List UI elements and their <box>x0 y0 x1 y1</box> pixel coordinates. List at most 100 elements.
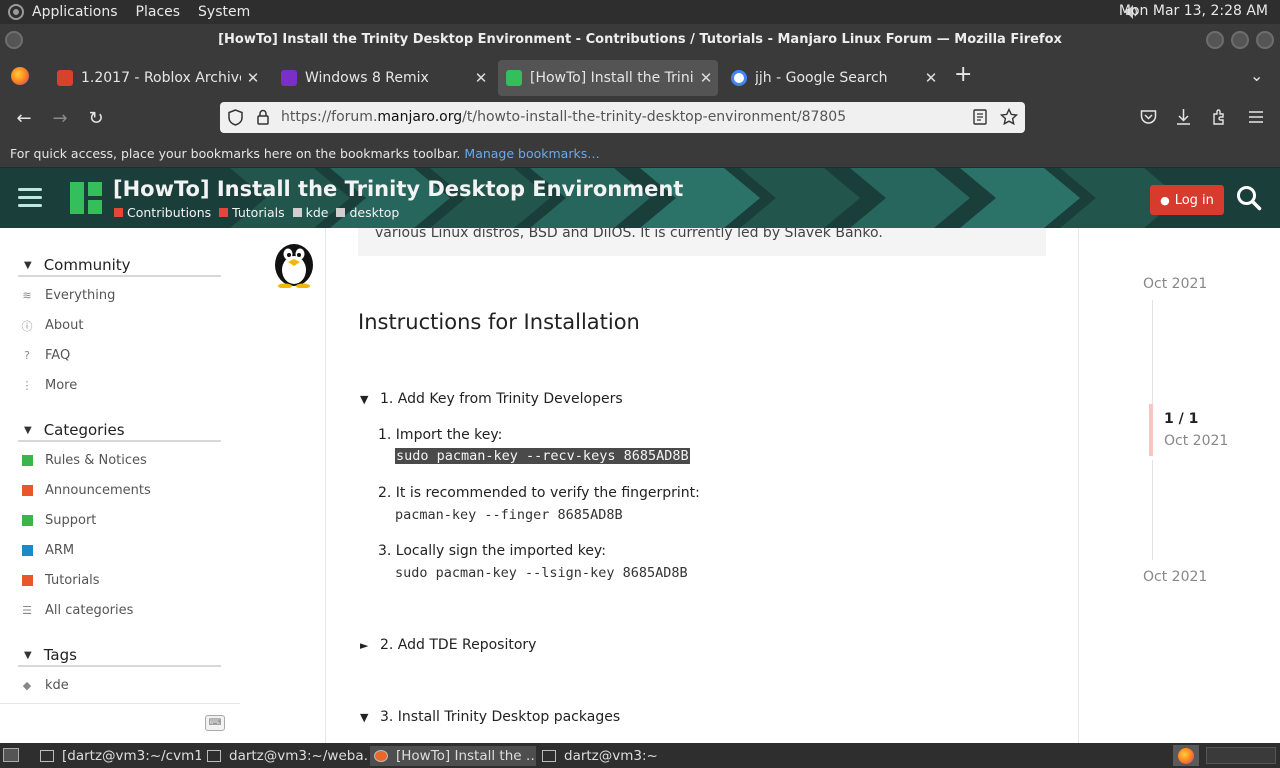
tab-roblox-archive[interactable]: 1.2017 - Roblox Archive > Cli ✕ <box>49 60 265 96</box>
terminal-icon <box>40 750 54 762</box>
minimize-button[interactable] <box>1206 31 1224 49</box>
reload-icon[interactable]: ↻ <box>83 106 109 132</box>
details-summary-2[interactable]: ► 2. Add TDE Repository <box>360 637 536 653</box>
extensions-icon[interactable] <box>1211 108 1229 126</box>
url-bar[interactable]: https://forum.manjaro.org/t/howto-instal… <box>220 102 1025 133</box>
lock-icon[interactable] <box>257 109 269 125</box>
new-tab-plus-icon[interactable]: + <box>954 62 972 87</box>
tab-favicon-icon <box>281 70 297 86</box>
url-text[interactable]: https://forum.manjaro.org/t/howto-instal… <box>281 109 846 125</box>
details-summary-3[interactable]: ▼ 3. Install Trinity Desktop packages <box>360 709 620 725</box>
shield-icon[interactable] <box>228 109 243 126</box>
sidebar-section-tags[interactable]: ▼ Tags <box>18 645 221 667</box>
triangle-down-icon: ▼ <box>360 393 369 406</box>
timeline-track <box>1152 460 1153 560</box>
bookmarks-hint: For quick access, place your bookmarks h… <box>10 146 461 161</box>
timeline-scroller-handle[interactable] <box>1149 404 1153 456</box>
taskbar-item-terminal[interactable]: dartz@vm3:~/weba… <box>203 746 368 766</box>
sidebar-item-about[interactable]: ⓘ About <box>22 318 84 333</box>
menu-applications[interactable]: Applications <box>32 4 118 20</box>
sidebar-item-tutorials[interactable]: Tutorials <box>22 573 100 588</box>
taskbar-item-firefox[interactable]: [HowTo] Install the … <box>370 746 536 766</box>
close-tab-icon[interactable]: ✕ <box>694 69 718 87</box>
triangle-down-icon: ▼ <box>360 711 369 724</box>
close-tab-icon[interactable]: ✕ <box>469 69 493 87</box>
sidebar-item-tag-kde[interactable]: ◆ kde <box>22 678 69 693</box>
keyboard-shortcuts-icon[interactable]: ⌨ <box>205 715 225 731</box>
back-arrow-icon[interactable]: ← <box>11 106 37 132</box>
sidebar-item-label: All categories <box>45 603 134 618</box>
sidebar-item-rules-notices[interactable]: Rules & Notices <box>22 453 147 468</box>
menu-system[interactable]: System <box>198 4 250 20</box>
details-title: 2. Add TDE Repository <box>380 637 537 653</box>
topic-categories: Contributions Tutorials kde desktop <box>114 205 399 220</box>
downloads-icon[interactable] <box>1175 108 1192 126</box>
firefox-view-icon[interactable] <box>11 67 29 85</box>
chevron-down-icon: ▼ <box>24 259 32 271</box>
tab-google-search[interactable]: jjh - Google Search ✕ <box>723 60 943 96</box>
forward-arrow-icon[interactable]: → <box>47 106 73 132</box>
sidebar-item-faq[interactable]: ? FAQ <box>22 348 70 363</box>
window-menu-button[interactable] <box>5 31 23 49</box>
code-snippet[interactable]: pacman-key --finger 8685AD8B <box>395 507 623 523</box>
sidebar-item-label: ARM <box>45 543 75 558</box>
login-button[interactable]: ● Log in <box>1150 185 1224 215</box>
search-icon[interactable] <box>1236 185 1262 211</box>
maximize-button[interactable] <box>1231 31 1249 49</box>
pocket-icon[interactable] <box>1140 109 1157 125</box>
sidebar-item-more[interactable]: ⋮ More <box>22 378 78 393</box>
sidebar-toggle-icon[interactable] <box>18 188 42 208</box>
manjaro-logo-icon[interactable] <box>70 182 102 214</box>
code-snippet[interactable]: sudo pacman-key --lsign-key 8685AD8B <box>395 565 688 581</box>
category-color-swatch <box>22 515 33 526</box>
chevron-down-icon: ▼ <box>24 424 32 436</box>
sidebar: ▼ Community ≋ Everything ⓘ About ? FAQ ⋮ Mor… <box>0 228 240 703</box>
sidebar-item-support[interactable]: Support <box>22 513 96 528</box>
menu-places[interactable]: Places <box>136 4 181 20</box>
quote-block: various Linux distros, BSD and DilOS. It… <box>358 228 1046 256</box>
timeline-start-date[interactable]: Oct 2021 <box>1143 276 1207 292</box>
bookmark-star-icon[interactable] <box>1000 108 1018 126</box>
close-tab-icon[interactable]: ✕ <box>919 69 943 87</box>
taskbar-item-terminal[interactable]: dartz@vm3:~ <box>538 746 703 766</box>
category-color-swatch <box>22 485 33 496</box>
avatar[interactable] <box>271 238 317 288</box>
system-logo-icon[interactable] <box>8 4 24 20</box>
sidebar-section-community[interactable]: ▼ Community <box>18 255 221 277</box>
sidebar-item-everything[interactable]: ≋ Everything <box>22 288 115 303</box>
category-tutorials[interactable]: Tutorials <box>219 205 285 220</box>
tag-desktop[interactable]: desktop <box>336 205 399 220</box>
taskbar-item-terminal[interactable]: [dartz@vm3:~/cvm12] <box>36 746 201 766</box>
google-icon <box>731 70 747 86</box>
section-heading: Categories <box>43 421 125 439</box>
details-summary-1[interactable]: ▼ 1. Add Key from Trinity Developers <box>360 391 623 407</box>
reader-view-icon[interactable] <box>973 109 987 125</box>
timeline-end-date[interactable]: Oct 2021 <box>1143 569 1207 585</box>
sidebar-section-categories[interactable]: ▼ Categories <box>18 420 221 442</box>
timeline-track <box>1152 300 1153 410</box>
details-title: 3. Install Trinity Desktop packages <box>380 709 621 725</box>
tag-kde[interactable]: kde <box>292 205 328 220</box>
close-tab-icon[interactable]: ✕ <box>241 69 265 87</box>
post-body: various Linux distros, BSD and DilOS. It… <box>325 228 1079 743</box>
show-desktop-icon[interactable] <box>3 748 19 762</box>
sidebar-item-all-categories[interactable]: ☰ All categories <box>22 603 133 618</box>
triangle-right-icon: ► <box>360 639 369 652</box>
hamburger-menu-icon[interactable] <box>1248 110 1264 124</box>
code-snippet[interactable]: sudo pacman-key --recv-keys 8685AD8B <box>395 448 690 464</box>
tab-trinity-howto[interactable]: [HowTo] Install the Trinity D ✕ <box>498 60 718 96</box>
close-window-button[interactable] <box>1256 31 1274 49</box>
workspace-switcher[interactable] <box>1173 745 1199 766</box>
manage-bookmarks-link[interactable]: Manage bookmarks… <box>464 146 599 161</box>
sidebar-item-arm[interactable]: ARM <box>22 543 74 558</box>
forum-header: [HowTo] Install the Trinity Desktop Envi… <box>0 168 1280 228</box>
tab-windows-8-remix[interactable]: Windows 8 Remix ✕ <box>273 60 493 96</box>
list-tabs-chevron-icon[interactable]: ⌄ <box>1250 66 1263 85</box>
workspace-switcher-empty[interactable] <box>1206 747 1276 764</box>
taskbar-label: dartz@vm3:~ <box>564 748 658 764</box>
sidebar-item-announcements[interactable]: Announcements <box>22 483 151 498</box>
category-contributions[interactable]: Contributions <box>114 205 211 220</box>
timeline-position-date: Oct 2021 <box>1164 433 1229 449</box>
topic-title[interactable]: [HowTo] Install the Trinity Desktop Envi… <box>113 177 683 201</box>
clock[interactable]: Mon Mar 13, 2:28 AM <box>1119 3 1268 19</box>
